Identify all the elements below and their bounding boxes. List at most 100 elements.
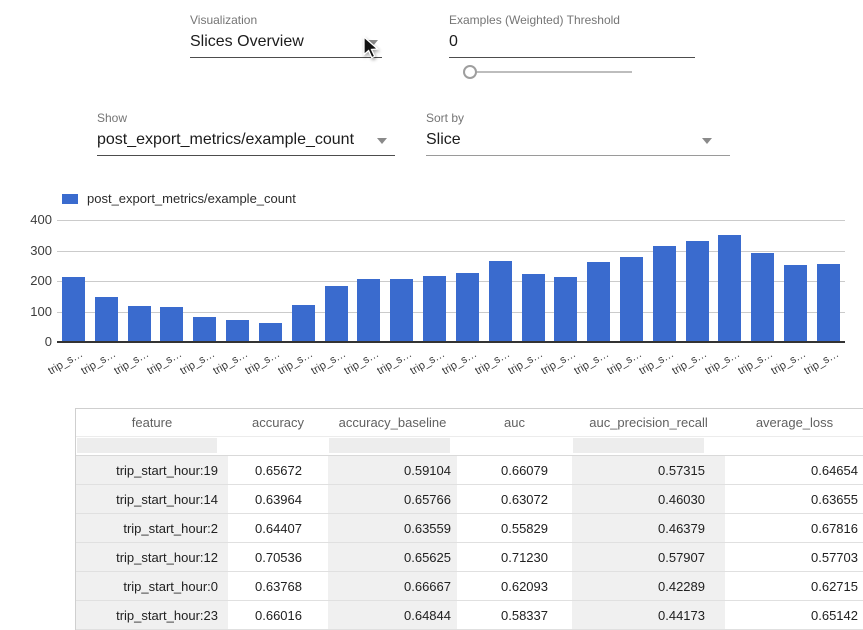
y-tick-label: 100 xyxy=(30,304,52,320)
bar[interactable] xyxy=(193,317,216,342)
bar[interactable] xyxy=(128,306,151,342)
bar[interactable] xyxy=(456,273,479,342)
y-tick-label: 400 xyxy=(30,212,52,228)
visualization-value: Slices Overview xyxy=(190,32,382,57)
bar-slot xyxy=(385,220,418,342)
bar-slot xyxy=(287,220,320,342)
bar-slot xyxy=(812,220,845,342)
bar-slot xyxy=(57,220,90,342)
chevron-down-icon[interactable] xyxy=(377,138,387,144)
bar-slot xyxy=(484,220,517,342)
feature-cell: trip_start_hour:14 xyxy=(76,485,228,514)
filter-cell xyxy=(76,437,228,456)
bar-slot xyxy=(188,220,221,342)
metrics-table: featureaccuracyaccuracy_baselineaucauc_p… xyxy=(75,408,863,630)
column-header[interactable]: auc xyxy=(457,409,572,437)
bar[interactable] xyxy=(226,320,249,342)
y-tick-label: 0 xyxy=(45,334,52,350)
bar[interactable] xyxy=(587,262,610,342)
bar[interactable] xyxy=(62,277,85,342)
slider-handle[interactable] xyxy=(463,65,477,79)
bar[interactable] xyxy=(292,305,315,342)
bar-slot xyxy=(155,220,188,342)
bar[interactable] xyxy=(784,265,807,342)
table-body: trip_start_hour:190.656720.591040.660790… xyxy=(76,437,863,630)
filter-cell xyxy=(457,437,572,456)
filter-cell xyxy=(725,437,863,456)
metric-cell: 0.57703 xyxy=(725,543,863,572)
filter-box xyxy=(77,438,217,453)
bar[interactable] xyxy=(653,246,676,342)
bar[interactable] xyxy=(751,253,774,342)
metric-cell: 0.63072 xyxy=(457,485,572,514)
bar-slot xyxy=(746,220,779,342)
metric-cell: 0.71230 xyxy=(457,543,572,572)
metric-cell: 0.66079 xyxy=(457,456,572,485)
metric-cell: 0.65672 xyxy=(228,456,328,485)
bar[interactable] xyxy=(817,264,840,342)
metric-cell: 0.66667 xyxy=(328,572,457,601)
show-value: post_export_metrics/example_count xyxy=(97,130,395,155)
metric-cell: 0.64407 xyxy=(228,514,328,543)
bar-slot xyxy=(714,220,747,342)
metric-cell: 0.67816 xyxy=(725,514,863,543)
y-tick-label: 200 xyxy=(30,273,52,289)
bar[interactable] xyxy=(95,297,118,342)
bar[interactable] xyxy=(489,261,512,342)
metric-cell: 0.46030 xyxy=(572,485,725,514)
bar[interactable] xyxy=(325,286,348,342)
threshold-slider[interactable] xyxy=(463,65,633,79)
bar[interactable] xyxy=(686,241,709,342)
bar[interactable] xyxy=(423,276,446,342)
bar[interactable] xyxy=(522,274,545,342)
bar-slot xyxy=(418,220,451,342)
filter-cell xyxy=(228,437,328,456)
filter-cell xyxy=(572,437,725,456)
bars xyxy=(57,220,845,342)
table-header-row: featureaccuracyaccuracy_baselineaucauc_p… xyxy=(76,409,863,437)
legend-swatch xyxy=(62,194,78,204)
column-header[interactable]: feature xyxy=(76,409,228,437)
bar[interactable] xyxy=(259,323,282,342)
bar-slot xyxy=(352,220,385,342)
legend-label: post_export_metrics/example_count xyxy=(87,191,296,206)
table-row[interactable]: trip_start_hour:190.656720.591040.660790… xyxy=(76,456,863,485)
metric-cell: 0.55829 xyxy=(457,514,572,543)
metric-cell: 0.46379 xyxy=(572,514,725,543)
show-dropdown[interactable]: Show post_export_metrics/example_count xyxy=(97,111,395,156)
bar-slot xyxy=(582,220,615,342)
metric-cell: 0.63964 xyxy=(228,485,328,514)
bar[interactable] xyxy=(620,257,643,342)
column-header[interactable]: average_loss xyxy=(725,409,863,437)
bar[interactable] xyxy=(554,277,577,342)
bar[interactable] xyxy=(357,279,380,342)
metric-cell: 0.63768 xyxy=(228,572,328,601)
bar[interactable] xyxy=(160,307,183,342)
slider-track[interactable] xyxy=(470,71,632,73)
visualization-label: Visualization xyxy=(190,13,382,27)
threshold-input[interactable]: 0 xyxy=(449,32,695,57)
filter-box xyxy=(573,438,704,453)
bar[interactable] xyxy=(390,279,413,342)
filter-box xyxy=(329,438,450,453)
table-row[interactable]: trip_start_hour:140.639640.657660.630720… xyxy=(76,485,863,514)
metric-cell: 0.64654 xyxy=(725,456,863,485)
column-header[interactable]: auc_precision_recall xyxy=(572,409,725,437)
bar[interactable] xyxy=(718,235,741,342)
visualization-dropdown[interactable]: Visualization Slices Overview xyxy=(190,13,382,58)
table-row[interactable]: trip_start_hour:20.644070.635590.558290.… xyxy=(76,514,863,543)
chart-legend: post_export_metrics/example_count xyxy=(62,191,296,206)
sortby-value: Slice xyxy=(426,130,730,155)
sortby-label: Sort by xyxy=(426,111,730,125)
chevron-down-icon[interactable] xyxy=(702,138,712,144)
table-row[interactable]: trip_start_hour:120.705360.656250.712300… xyxy=(76,543,863,572)
column-header[interactable]: accuracy_baseline xyxy=(328,409,457,437)
plot-area xyxy=(57,220,845,342)
threshold-field[interactable]: Examples (Weighted) Threshold 0 xyxy=(449,13,695,58)
feature-cell: trip_start_hour:2 xyxy=(76,514,228,543)
bar-slot xyxy=(615,220,648,342)
y-axis-labels: 0100200300400 xyxy=(0,220,52,342)
column-header[interactable]: accuracy xyxy=(228,409,328,437)
table-row[interactable]: trip_start_hour:00.637680.666670.620930.… xyxy=(76,572,863,601)
sortby-dropdown[interactable]: Sort by Slice xyxy=(426,111,730,156)
